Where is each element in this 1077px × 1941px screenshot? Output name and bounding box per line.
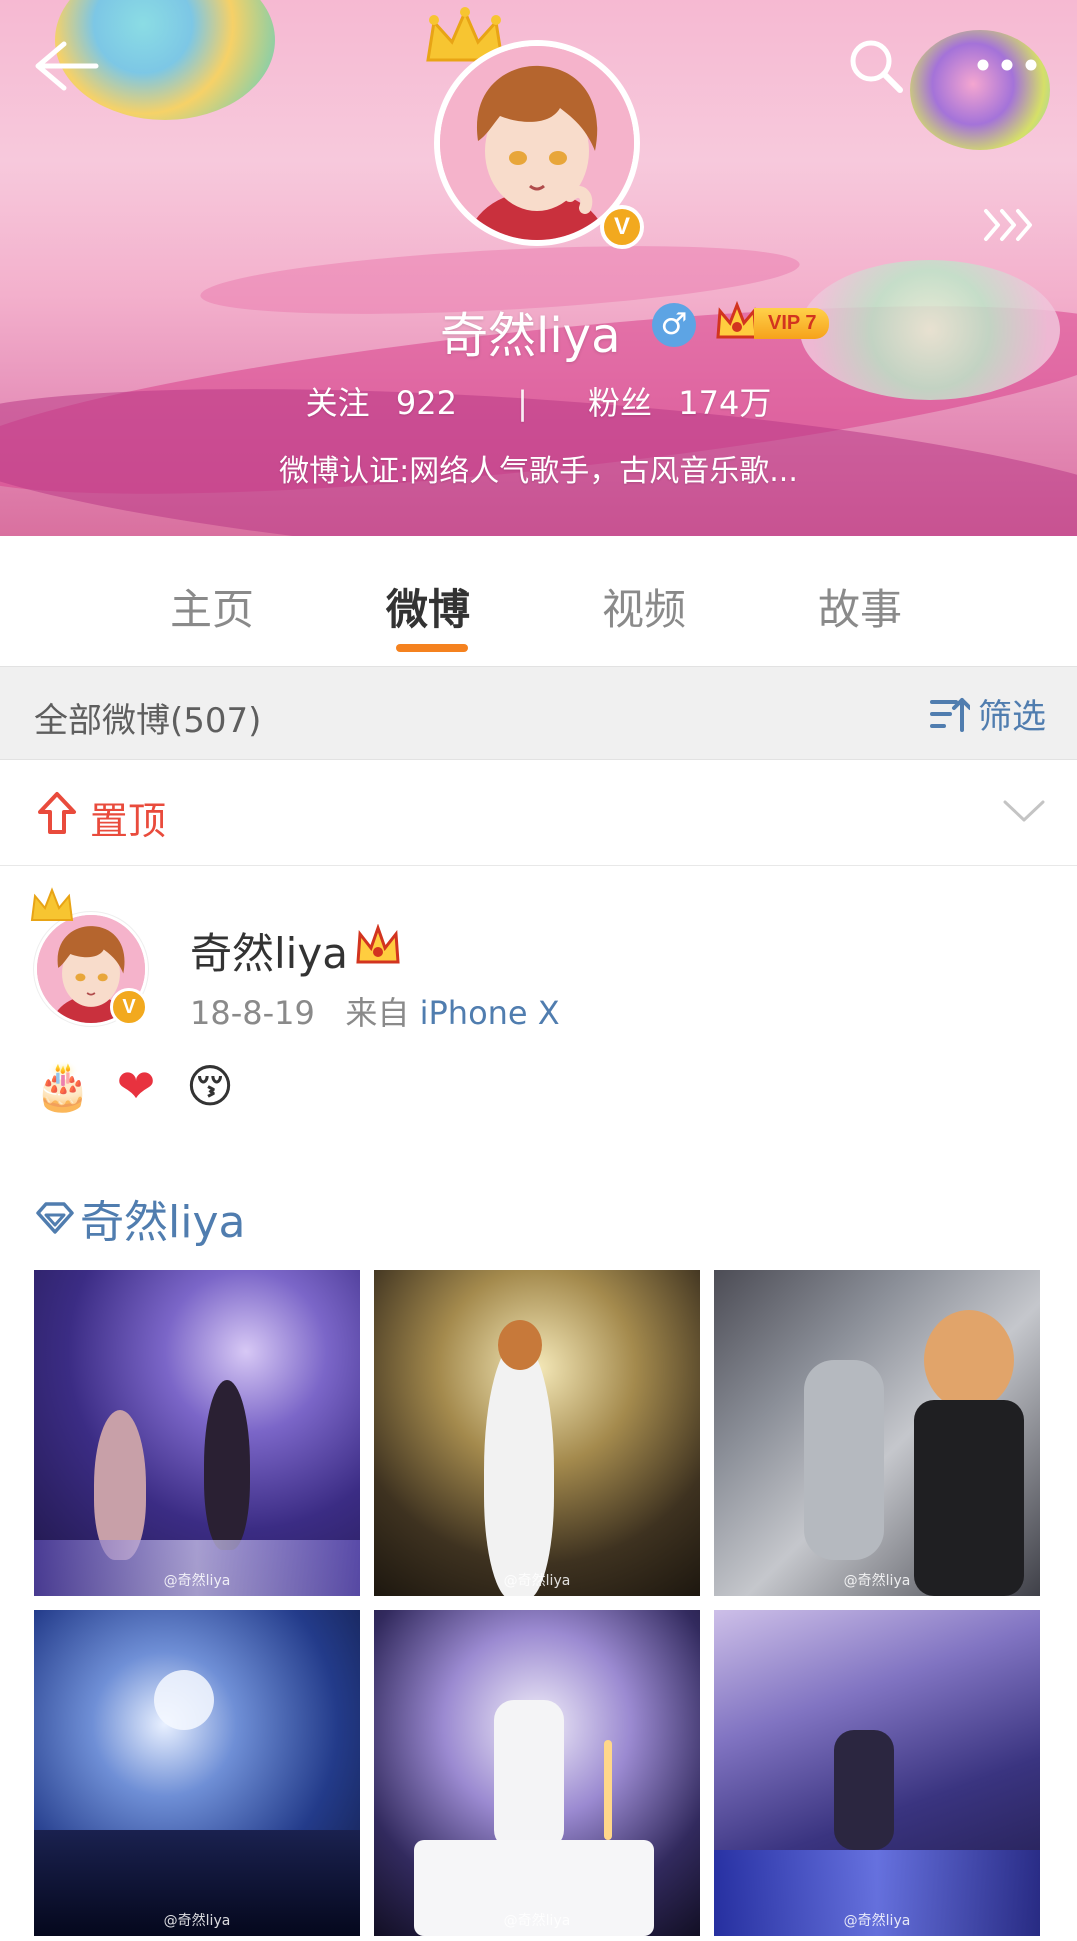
post-source-prefix: 来自 bbox=[345, 994, 410, 1032]
photo-watermark: @奇然liya bbox=[843, 1573, 911, 1589]
post-meta: 18-8-19 来自 iPhone X bbox=[190, 988, 560, 1034]
photo-watermark: @奇然liya bbox=[163, 1573, 231, 1589]
tab-weibo[interactable]: 微博 bbox=[320, 536, 536, 666]
verification-text[interactable]: 微博认证:网络人气歌手，古风音乐歌... bbox=[0, 446, 1077, 490]
all-posts-count: 全部微博(507) bbox=[34, 701, 262, 741]
post-filter-bar: 全部微博(507) 筛选 bbox=[0, 666, 1077, 760]
post-source[interactable]: iPhone X bbox=[420, 994, 560, 1032]
tab-story[interactable]: 故事 bbox=[752, 536, 968, 666]
banner-planet-decoration bbox=[910, 30, 1050, 150]
post-author-name[interactable]: 奇然liya bbox=[190, 920, 348, 981]
pin-arrow-icon bbox=[38, 792, 76, 834]
super-topic-label: 奇然liya bbox=[80, 1197, 246, 1248]
forward-arrows-icon[interactable] bbox=[982, 205, 1040, 245]
more-icon[interactable] bbox=[975, 50, 1039, 80]
tab-label: 主页 bbox=[169, 585, 254, 634]
photo-watermark: @奇然liya bbox=[503, 1573, 571, 1589]
search-icon[interactable] bbox=[846, 36, 906, 96]
fans-count: 174万 bbox=[678, 384, 772, 422]
heart-emoji-icon: ❤ bbox=[116, 1059, 156, 1113]
crowd-lights-photo[interactable]: @奇然liya bbox=[34, 1610, 360, 1936]
crown-icon bbox=[30, 887, 74, 921]
kiss-face-emoji-icon: 😚 bbox=[186, 1059, 234, 1113]
chevron-down-icon[interactable] bbox=[1002, 798, 1046, 824]
vip-crown-icon bbox=[356, 924, 400, 964]
super-topic-link[interactable]: 奇然liya bbox=[34, 1186, 245, 1250]
tab-label: 故事 bbox=[817, 585, 902, 634]
verified-badge-icon: V bbox=[600, 205, 644, 249]
filter-label: 筛选 bbox=[978, 697, 1046, 737]
verified-badge-icon: V bbox=[110, 988, 148, 1026]
following-stat[interactable]: 关注 922 bbox=[298, 384, 465, 422]
photo-grid: @奇然liya @奇然liya @奇然liya @奇然liya @奇然liya bbox=[34, 1270, 1040, 1936]
makeup-backstage-photo[interactable]: @奇然liya bbox=[714, 1270, 1040, 1596]
cake-emoji-icon: 🎂 bbox=[34, 1059, 92, 1113]
pinned-header[interactable]: 置顶 bbox=[0, 760, 1077, 866]
post-card[interactable]: V 奇然liya 18-8-19 来自 iPhone X 🎂 ❤ 😚 奇然liy… bbox=[0, 866, 1077, 1941]
post-text: 🎂 ❤ 😚 bbox=[34, 1058, 238, 1114]
tab-label: 微博 bbox=[385, 585, 470, 634]
filter-button[interactable]: 筛选 bbox=[930, 689, 1046, 738]
photo-watermark: @奇然liya bbox=[163, 1913, 231, 1929]
birthday-cake-photo[interactable]: @奇然liya bbox=[374, 1610, 700, 1936]
stage-lightsticks-photo[interactable]: @奇然liya bbox=[714, 1610, 1040, 1936]
fans-stat[interactable]: 粉丝 174万 bbox=[580, 384, 779, 422]
pinned-label: 置顶 bbox=[90, 799, 167, 843]
profile-stats: 关注 922 | 粉丝 174万 bbox=[0, 378, 1077, 424]
filter-icon bbox=[930, 697, 970, 732]
tab-home[interactable]: 主页 bbox=[104, 536, 320, 666]
fans-label: 粉丝 bbox=[588, 384, 653, 422]
stats-divider: | bbox=[517, 384, 528, 422]
photo-watermark: @奇然liya bbox=[503, 1913, 571, 1929]
singer-mic-photo[interactable]: @奇然liya bbox=[374, 1270, 700, 1596]
vip-badge[interactable]: VIP 7 bbox=[714, 300, 829, 346]
profile-banner: V 奇然liya ♂ VIP 7 关注 922 | 粉丝 174万 微博认证:网… bbox=[0, 0, 1077, 536]
post-date: 18-8-19 bbox=[190, 994, 315, 1032]
profile-name: 奇然liya bbox=[440, 308, 621, 364]
following-label: 关注 bbox=[305, 384, 370, 422]
male-gender-icon: ♂ bbox=[652, 303, 696, 347]
back-arrow-icon[interactable] bbox=[30, 38, 100, 94]
profile-tabs: 主页 微博 视频 故事 bbox=[0, 536, 1077, 666]
photo-watermark: @奇然liya bbox=[843, 1913, 911, 1929]
tab-video[interactable]: 视频 bbox=[536, 536, 752, 666]
concert-stage-photo[interactable]: @奇然liya bbox=[34, 1270, 360, 1596]
vip-level-label: VIP 7 bbox=[754, 307, 829, 339]
diamond-icon bbox=[36, 1202, 74, 1234]
tab-label: 视频 bbox=[601, 585, 686, 634]
following-count: 922 bbox=[395, 384, 457, 422]
active-tab-indicator bbox=[396, 644, 468, 652]
